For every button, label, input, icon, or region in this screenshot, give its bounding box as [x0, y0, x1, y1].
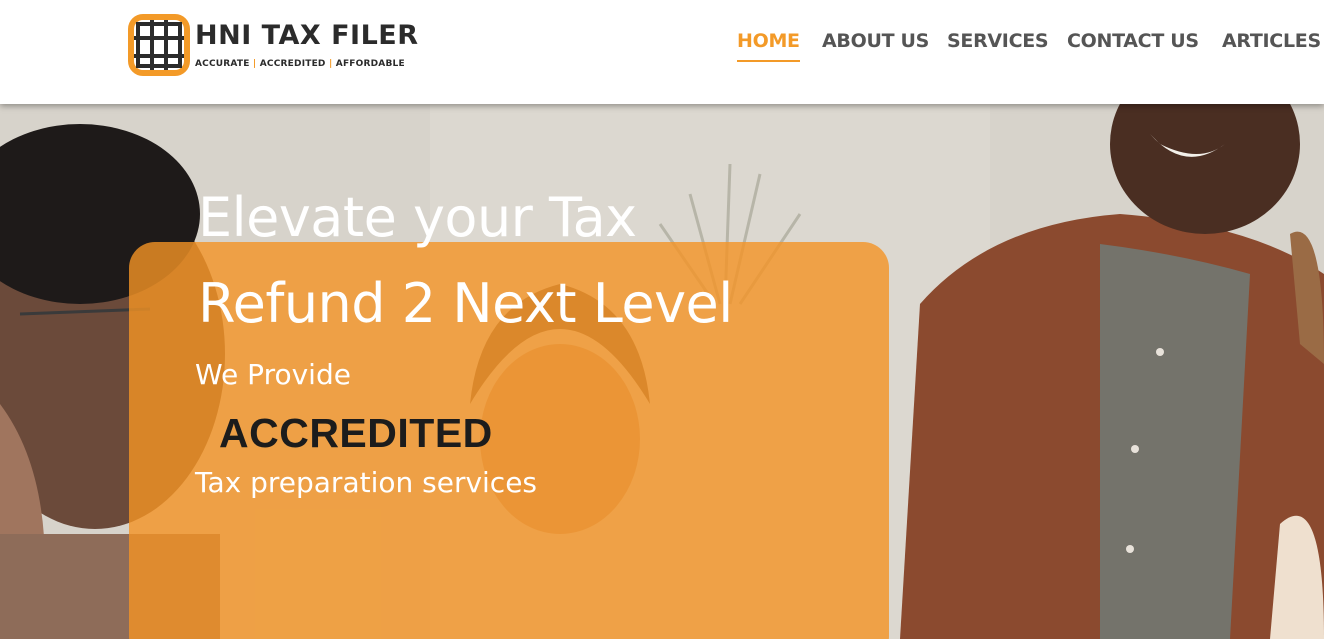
hero-headline: Elevate your Tax Refund 2 Next Level — [198, 175, 848, 347]
site-header: HNI TAX FILER ACCURATE | ACCREDITED | AF… — [0, 0, 1324, 104]
nav-item-label: SERVICES — [947, 30, 1049, 52]
nav-item-services[interactable]: SERVICES — [947, 30, 1049, 52]
nav-item-label: HOME — [737, 30, 800, 52]
hero-keyword: ACCREDITED — [219, 410, 493, 456]
hero-service-text: Tax preparation services — [195, 466, 538, 499]
hero-intro-text: We Provide — [195, 358, 351, 391]
nav-item-label: ABOUT US — [822, 30, 930, 52]
nav-item-home[interactable]: HOME — [737, 30, 800, 62]
nav-item-contact-us[interactable]: CONTACT US — [1067, 30, 1199, 52]
nav-active-underline — [737, 60, 800, 62]
nav-item-label: CONTACT US — [1067, 30, 1199, 52]
hero-headline-line-1: Elevate your Tax — [198, 186, 637, 249]
hero-headline-line-2: Refund 2 Next Level — [198, 272, 733, 335]
nav-item-label: ARTICLES — [1222, 30, 1321, 52]
nav-item-about-us[interactable]: ABOUT US — [822, 30, 929, 52]
main-nav: HOME ABOUT US SERVICES CONTACT US ARTICL… — [0, 30, 1324, 70]
nav-item-articles[interactable]: ARTICLES — [1222, 30, 1321, 52]
